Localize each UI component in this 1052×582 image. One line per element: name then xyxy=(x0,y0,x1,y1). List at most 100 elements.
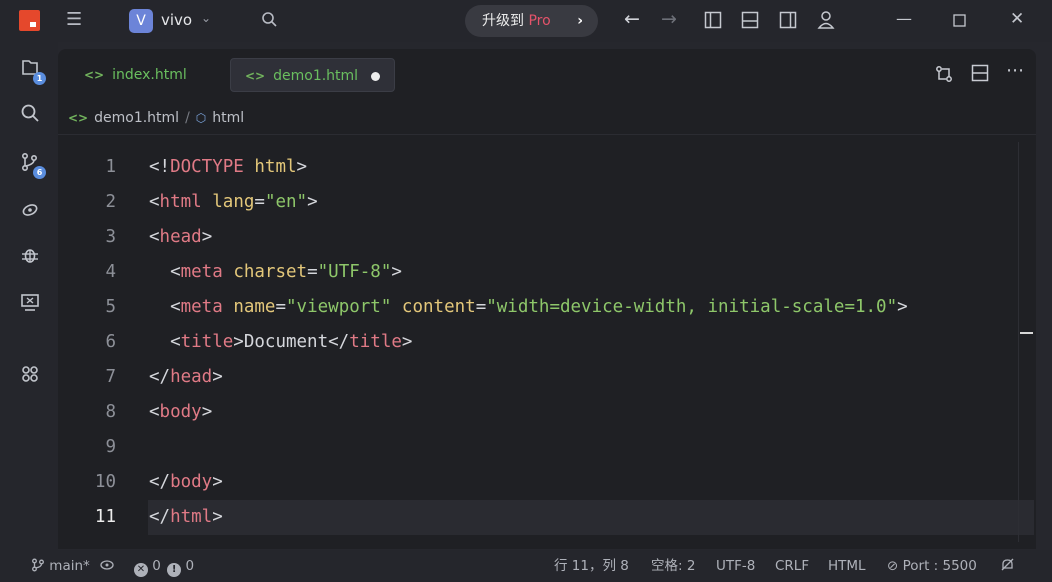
compare-changes-icon[interactable] xyxy=(934,64,954,89)
error-count: 0 xyxy=(152,558,161,574)
line-ending[interactable]: CRLF xyxy=(775,550,809,582)
toggle-left-panel-icon[interactable] xyxy=(704,11,722,33)
code-line[interactable]: 10 </body> xyxy=(58,465,1036,500)
code-line[interactable]: 9 xyxy=(58,430,1036,465)
tab-demo1-html[interactable]: <> demo1.html xyxy=(230,58,395,92)
chevron-down-icon[interactable]: ⌄ xyxy=(201,11,211,25)
code-line[interactable]: 4 <meta charset="UTF-8"> xyxy=(58,255,1036,290)
line-source: <meta charset="UTF-8"> xyxy=(149,262,402,282)
problems-indicator[interactable]: ✕ 0 ! 0 xyxy=(134,550,194,582)
warning-count: 0 xyxy=(185,558,195,574)
code-line[interactable]: 6 <title>Document</title> xyxy=(58,325,1036,360)
encoding[interactable]: UTF-8 xyxy=(716,550,755,582)
indentation[interactable]: 空格: 2 xyxy=(651,550,695,582)
line-number: 5 xyxy=(105,297,116,317)
editor-panel: <> index.html <> demo1.html ⋯ <> demo1.html… xyxy=(58,49,1036,549)
tab-label: index.html xyxy=(112,67,187,83)
toggle-bottom-panel-icon[interactable] xyxy=(741,11,759,33)
cursor-position[interactable]: 行 11，列 8 xyxy=(554,550,629,582)
explorer-badge: 1 xyxy=(33,72,46,85)
ruler-line xyxy=(1018,142,1019,542)
more-actions-icon[interactable]: ⋯ xyxy=(1006,60,1024,81)
line-number: 7 xyxy=(105,367,116,387)
line-source: <html lang="en"> xyxy=(149,192,318,212)
code-line[interactable]: 11 </html> xyxy=(58,500,1036,535)
code-editor[interactable]: 1 <!DOCTYPE html> 2 <html lang="en"> 3 <head>… xyxy=(58,150,1036,549)
tab-label: demo1.html xyxy=(273,68,359,84)
source-control-badge: 6 xyxy=(33,166,46,179)
project-avatar[interactable]: V xyxy=(129,9,153,33)
language-mode[interactable]: HTML xyxy=(828,550,866,582)
line-number: 11 xyxy=(94,507,116,527)
status-bar: main* ✕ 0 ! 0 行 11，列 8 空格: 2 UTF-8 CRLF … xyxy=(0,550,1052,582)
line-number: 6 xyxy=(105,332,116,352)
tab-bar: <> index.html <> demo1.html ⋯ xyxy=(58,49,1036,105)
scrollbar-marker[interactable] xyxy=(1020,332,1033,334)
code-line[interactable]: 8 <body> xyxy=(58,395,1036,430)
code-line[interactable]: 1 <!DOCTYPE html> xyxy=(58,150,1036,185)
upgrade-label: 升级到 xyxy=(482,13,529,29)
project-name[interactable]: vivo xyxy=(161,11,192,29)
breadcrumb-separator: / xyxy=(185,110,190,126)
chevron-right-icon: › xyxy=(577,13,583,29)
line-number: 8 xyxy=(105,402,116,422)
breadcrumb-file[interactable]: demo1.html xyxy=(94,110,179,126)
line-source: </head> xyxy=(149,367,223,387)
code-line[interactable]: 5 <meta name="viewport" content="width=d… xyxy=(58,290,1036,325)
upgrade-pro-button[interactable]: 升级到 Pro › xyxy=(465,5,598,37)
symbol-cube-icon: ⬡ xyxy=(195,111,207,125)
search-icon[interactable] xyxy=(261,11,277,31)
extensions-icon[interactable] xyxy=(18,364,42,388)
upgrade-pro-label: Pro xyxy=(528,13,551,29)
close-icon[interactable]: ✕ xyxy=(1010,9,1024,29)
line-source: </html> xyxy=(149,507,223,527)
live-server-port[interactable]: ⊘ Port : 5500 xyxy=(887,550,977,582)
search-icon[interactable] xyxy=(18,103,42,127)
line-number: 10 xyxy=(94,472,116,492)
activity-bar: 1 6 xyxy=(0,42,58,550)
line-source: <meta name="viewport" content="width=dev… xyxy=(149,297,908,317)
error-icon: ✕ xyxy=(134,563,148,577)
branch-name: main* xyxy=(49,558,90,574)
html-file-icon: <> xyxy=(245,69,266,83)
git-branch[interactable]: main* xyxy=(31,550,90,582)
warning-icon: ! xyxy=(167,563,182,577)
source-control-icon[interactable]: 6 xyxy=(18,152,46,179)
line-source: </body> xyxy=(149,472,223,492)
line-source: <head> xyxy=(149,227,213,247)
code-line[interactable]: 7 </head> xyxy=(58,360,1036,395)
explorer-icon[interactable]: 1 xyxy=(18,58,46,85)
port-label: Port : 5500 xyxy=(902,558,977,574)
minimize-icon[interactable]: — xyxy=(896,9,912,28)
toggle-right-panel-icon[interactable] xyxy=(779,11,797,33)
line-number: 3 xyxy=(105,227,116,247)
preview-icon[interactable] xyxy=(18,292,42,316)
code-line[interactable]: 3 <head> xyxy=(58,220,1036,255)
app-logo xyxy=(19,10,40,31)
title-bar: ☰ V vivo ⌄ 升级到 Pro › ← → — ✕ xyxy=(0,0,1052,42)
account-icon[interactable] xyxy=(817,10,835,33)
line-number: 9 xyxy=(105,437,116,457)
tab-index-html[interactable]: <> index.html xyxy=(70,58,220,92)
breadcrumb-symbol[interactable]: html xyxy=(212,110,244,126)
notifications-off-icon[interactable] xyxy=(1000,550,1015,582)
remote-watch-icon[interactable] xyxy=(18,199,42,223)
line-number: 1 xyxy=(105,157,116,177)
back-arrow-icon[interactable]: ← xyxy=(624,10,640,29)
line-number: 4 xyxy=(105,262,116,282)
branch-icon xyxy=(32,558,44,572)
split-editor-icon[interactable] xyxy=(971,64,989,87)
block-icon: ⊘ xyxy=(887,558,899,574)
debug-icon[interactable] xyxy=(18,245,42,269)
html-file-icon: <> xyxy=(84,68,105,82)
line-source: <title>Document</title> xyxy=(149,332,413,352)
line-source: <!DOCTYPE html> xyxy=(149,157,308,177)
forward-arrow-icon[interactable]: → xyxy=(661,10,677,29)
menu-icon[interactable]: ☰ xyxy=(66,11,82,29)
code-line[interactable]: 2 <html lang="en"> xyxy=(58,185,1036,220)
sync-icon[interactable] xyxy=(99,550,115,582)
line-number: 2 xyxy=(105,192,116,212)
html-file-icon: <> xyxy=(68,111,89,125)
unsaved-dot-icon[interactable] xyxy=(371,72,380,81)
maximize-icon[interactable] xyxy=(953,12,966,31)
